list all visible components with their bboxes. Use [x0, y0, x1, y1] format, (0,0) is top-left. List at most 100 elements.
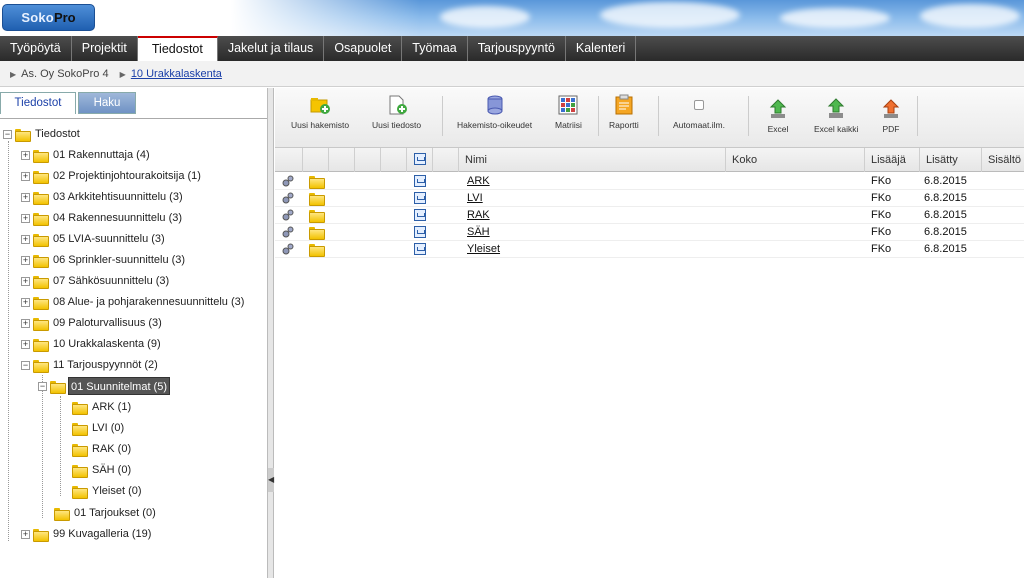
tree-item-99-kuvagalleria[interactable]: + 99 Kuvagalleria (19): [21, 525, 153, 543]
auto-notify-toggle[interactable]: Automaat.ilm.: [673, 94, 725, 144]
tab-osapuolet[interactable]: Osapuolet: [324, 36, 403, 61]
row-name-link[interactable]: RAK: [467, 209, 490, 221]
row-name-link[interactable]: SÄH: [467, 226, 490, 238]
tab-files[interactable]: Tiedostot: [0, 92, 76, 114]
header-col-size[interactable]: Koko: [726, 148, 865, 172]
expand-icon[interactable]: +: [21, 150, 30, 160]
tree-item-02-projektinjohtourakoitsija[interactable]: + 02 Projektinjohtourakoitsija (1): [21, 167, 203, 185]
tree-item-yleiset[interactable]: Yleiset (0): [72, 482, 144, 500]
tree-item-label: 06 Sprinkler-suunnittelu (3): [53, 254, 186, 266]
tree-item-01-tarjoukset[interactable]: 01 Tarjoukset (0): [54, 504, 158, 522]
pdf-button[interactable]: PDF: [880, 98, 902, 148]
table-row[interactable]: RAK FKo 6.8.2015: [275, 207, 1024, 224]
folder-rights-icon: [484, 94, 506, 116]
expand-icon[interactable]: +: [21, 276, 30, 286]
toolbar-divider: [658, 96, 659, 136]
tab-search[interactable]: Haku: [78, 92, 136, 114]
collapse-icon[interactable]: −: [21, 360, 30, 370]
tree-item-label: 10 Urakkalaskenta (9): [53, 338, 161, 350]
tree-item-04-rakennesuunnittelu[interactable]: + 04 Rakennesuunnittelu (3): [21, 209, 184, 227]
order-cart-icon[interactable]: [414, 209, 426, 221]
settings-gear-icon[interactable]: [282, 209, 294, 221]
tree-item-06-sprinkler-suunnittelu[interactable]: + 06 Sprinkler-suunnittelu (3): [21, 251, 187, 269]
order-cart-icon[interactable]: [414, 175, 426, 187]
tree-item-10-urakkalaskenta[interactable]: + 10 Urakkalaskenta (9): [21, 335, 163, 353]
tree-item-rak[interactable]: RAK (0): [72, 440, 133, 458]
matrix-button[interactable]: Matriisi: [555, 94, 582, 144]
expand-icon[interactable]: +: [21, 234, 30, 244]
tree-item-01-rakennuttaja[interactable]: + 01 Rakennuttaja (4): [21, 146, 152, 164]
tree-item-sah[interactable]: SÄH (0): [72, 461, 133, 479]
collapse-icon[interactable]: −: [3, 129, 12, 139]
header-col-order[interactable]: [407, 148, 433, 172]
header-col-added-by[interactable]: Lisääjä: [865, 148, 920, 172]
tree-root[interactable]: − Tiedostot: [3, 125, 82, 143]
expand-icon[interactable]: +: [21, 529, 30, 539]
new-folder-icon: [309, 94, 331, 116]
checkbox-icon[interactable]: [688, 94, 710, 116]
order-cart-icon[interactable]: [414, 226, 426, 238]
expand-icon[interactable]: +: [21, 213, 30, 223]
breadcrumb-current-link[interactable]: 10 Urakkalaskenta: [131, 68, 222, 80]
tab-projektit[interactable]: Projektit: [72, 36, 138, 61]
tree-item-07-sahkosuunnittelu[interactable]: + 07 Sähkösuunnittelu (3): [21, 272, 171, 290]
tree-item-ark[interactable]: ARK (1): [72, 398, 133, 416]
folder-icon: [72, 422, 88, 436]
expand-icon[interactable]: +: [21, 297, 30, 307]
settings-gear-icon[interactable]: [282, 192, 294, 204]
expand-icon[interactable]: +: [21, 171, 30, 181]
excel-all-button[interactable]: Excel kaikki: [814, 98, 858, 148]
folder-rights-button[interactable]: Hakemisto-oikeudet: [457, 94, 532, 144]
excel-button[interactable]: Excel: [767, 98, 789, 148]
tab-jakelut-ja-tilaus[interactable]: Jakelut ja tilaus: [218, 36, 325, 61]
expand-icon[interactable]: +: [21, 318, 30, 328]
tree-item-05-lvia-suunnittelu[interactable]: + 05 LVIA-suunnittelu (3): [21, 230, 167, 248]
new-folder-button[interactable]: Uusi hakemisto: [291, 94, 349, 144]
tree-item-11-tarjouspyynnot[interactable]: − 11 Tarjouspyynnöt (2): [21, 356, 160, 374]
order-cart-icon[interactable]: [414, 192, 426, 204]
tree-item-01-suunnitelmat[interactable]: − 01 Suunnitelmat (5): [38, 377, 170, 395]
tree-item-09-paloturvallisuus[interactable]: + 09 Paloturvallisuus (3): [21, 314, 164, 332]
tree-item-08-alue-ja-pohjarakennesuunnittelu[interactable]: + 08 Alue- ja pohjarakennesuunnittelu (3…: [21, 293, 246, 311]
tab-tarjouspyynto[interactable]: Tarjouspyyntö: [468, 36, 566, 61]
tree-item-03-arkkitehtisuunnittelu[interactable]: + 03 Arkkitehtisuunnittelu (3): [21, 188, 185, 206]
report-button[interactable]: Raportti: [609, 94, 639, 144]
toolbar-divider: [917, 96, 918, 136]
grid-header: Nimi Koko Lisääjä Lisätty Sisältö: [275, 148, 1024, 172]
table-row[interactable]: SÄH FKo 6.8.2015: [275, 224, 1024, 241]
expand-icon[interactable]: +: [21, 192, 30, 202]
pdf-label: PDF: [882, 124, 900, 134]
report-icon: [613, 94, 635, 116]
expand-icon[interactable]: +: [21, 339, 30, 349]
settings-gear-icon[interactable]: [282, 226, 294, 238]
sokopro-logo[interactable]: Soko Pro: [2, 4, 95, 31]
order-cart-icon[interactable]: [414, 243, 426, 255]
panel-splitter[interactable]: ◀: [268, 88, 274, 578]
row-name-link[interactable]: Yleiset: [467, 243, 500, 255]
tree-item-label: 99 Kuvagalleria (19): [53, 528, 152, 540]
tab-tyomaa[interactable]: Työmaa: [402, 36, 468, 61]
folder-icon: [309, 193, 325, 206]
tab-tyopoyta[interactable]: Työpöytä: [0, 36, 72, 61]
new-file-button[interactable]: Uusi tiedosto: [372, 94, 421, 144]
collapse-icon[interactable]: −: [38, 381, 47, 391]
tree-item-lvi[interactable]: LVI (0): [72, 419, 126, 437]
expand-icon[interactable]: +: [21, 255, 30, 265]
settings-gear-icon[interactable]: [282, 243, 294, 255]
breadcrumb-arrow-icon: ▶: [10, 70, 17, 79]
row-name-link[interactable]: LVI: [467, 192, 483, 204]
cloud-decoration: [920, 4, 1020, 28]
pdf-download-icon: [880, 98, 902, 120]
header-col-content[interactable]: Sisältö: [982, 148, 1024, 172]
tab-kalenteri[interactable]: Kalenteri: [566, 36, 637, 61]
table-row[interactable]: Yleiset FKo 6.8.2015: [275, 241, 1024, 258]
tab-tiedostot[interactable]: Tiedostot: [137, 36, 218, 61]
row-name-link[interactable]: ARK: [467, 175, 490, 187]
header-col-blank: [433, 148, 459, 172]
table-row[interactable]: ARK FKo 6.8.2015: [275, 173, 1024, 190]
header-col-added[interactable]: Lisätty: [920, 148, 982, 172]
header-col-name[interactable]: Nimi: [459, 148, 726, 172]
table-row[interactable]: LVI FKo 6.8.2015: [275, 190, 1024, 207]
settings-gear-icon[interactable]: [282, 175, 294, 187]
collapse-arrow-icon[interactable]: ◀: [268, 468, 274, 492]
